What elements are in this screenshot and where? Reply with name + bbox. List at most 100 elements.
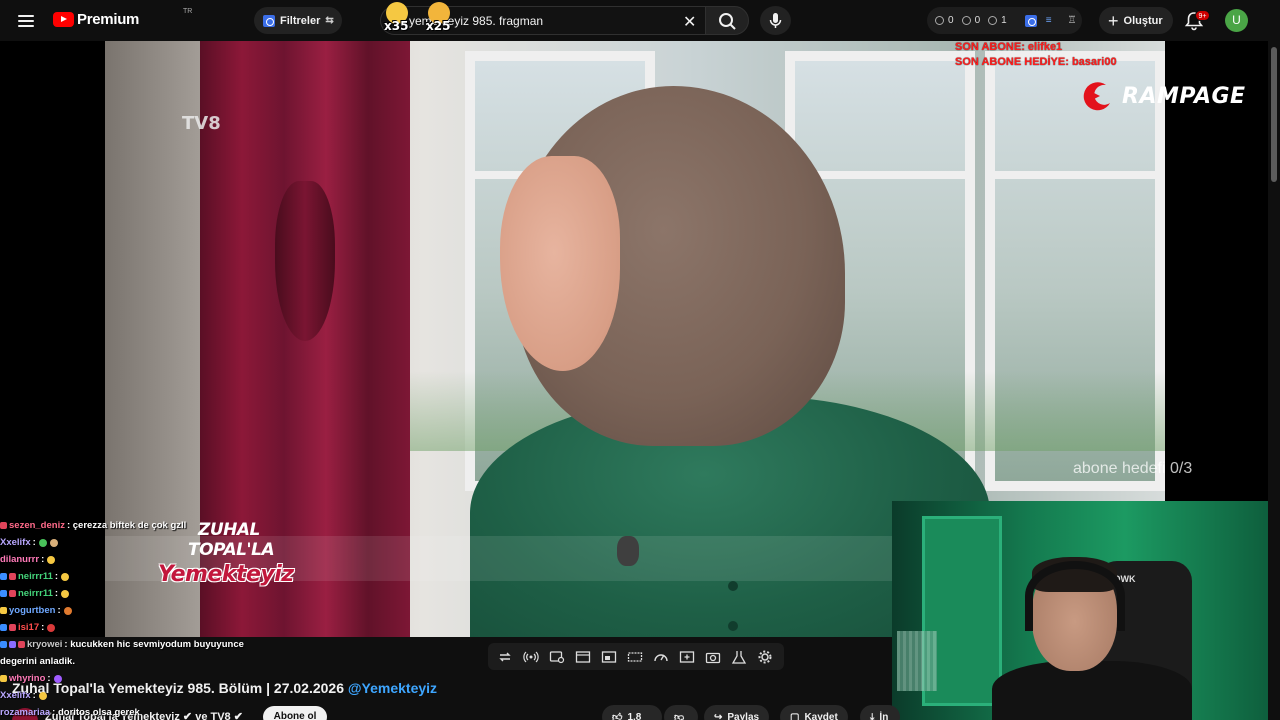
- playlist-icon[interactable]: ≡: [1046, 15, 1052, 26]
- chat-username[interactable]: Xxelifx: [0, 537, 31, 548]
- extension-stats[interactable]: 0 0 1 ≡ ♖: [927, 7, 1082, 34]
- chat-text: :: [57, 605, 61, 616]
- thumbs-down-icon: 👎︎: [674, 712, 685, 720]
- clear-search-icon[interactable]: ✕: [683, 12, 696, 32]
- camera-icon: [705, 652, 721, 663]
- chat-message: neirrr11:: [0, 585, 310, 602]
- top-bar: Premium TR Filtreler ⇆ yemekteyiz 985. f…: [0, 0, 1280, 41]
- clock-icon: [935, 16, 944, 25]
- chat-username[interactable]: neirrr11: [18, 571, 53, 582]
- chat-text: :: [41, 622, 45, 633]
- theater-icon: [627, 651, 643, 662]
- chat-text: : çerezza biftek de çok gzll: [66, 520, 187, 531]
- speed-button[interactable]: [650, 646, 672, 668]
- add-box-icon: [679, 650, 695, 663]
- save-button[interactable]: ▢ Kaydet: [780, 705, 848, 720]
- theater-button[interactable]: [624, 646, 646, 668]
- bookmark-icon: ▢: [790, 711, 800, 720]
- share-label: Paylaş: [727, 711, 760, 720]
- search-button[interactable]: [705, 6, 749, 35]
- chat-message: degerini anladik.: [0, 653, 310, 670]
- chat-username[interactable]: rozamariaa: [0, 707, 50, 718]
- chat-message: rozamariaa: doritos olsa gerek: [0, 704, 310, 720]
- add-button[interactable]: [676, 646, 698, 668]
- chat-badge-icon: [0, 607, 7, 614]
- chat-username[interactable]: Xxelifx: [0, 690, 31, 701]
- chat-badge-icon: [0, 573, 7, 580]
- thumbs-up-icon: 👍︎: [612, 712, 623, 720]
- loop-icon: [499, 652, 511, 661]
- scrollbar-thumb[interactable]: [1271, 47, 1277, 182]
- chat-badge-icon: [9, 590, 16, 597]
- chat-emote-icon: [47, 623, 56, 632]
- like-button[interactable]: 👍︎ 1,8: [602, 705, 662, 720]
- chat-username[interactable]: yogurtben: [9, 605, 55, 616]
- filters-button[interactable]: Filtreler ⇆: [254, 7, 342, 34]
- video-settings-icon: [549, 650, 565, 663]
- chat-text: : kucukken hic sevmiyodum buyuyunce: [64, 639, 244, 650]
- chat-username[interactable]: dilanurrr: [0, 554, 39, 565]
- chat-emote-icon: [53, 674, 62, 683]
- page-scrollbar[interactable]: [1268, 41, 1280, 720]
- trophy-icon[interactable]: ♖: [1068, 15, 1077, 26]
- chat-emote-icon: [61, 572, 70, 581]
- chat-username[interactable]: neirrr11: [18, 588, 53, 599]
- curtain-tie: [275, 181, 335, 341]
- chat-text: :: [41, 554, 45, 565]
- last-subscriber: SON ABONE: elifke1: [955, 41, 1063, 53]
- extension-icon[interactable]: [1024, 14, 1037, 27]
- menu-icon[interactable]: [14, 9, 38, 33]
- share-icon: ↪: [714, 711, 723, 720]
- miniplayer-button[interactable]: [598, 646, 620, 668]
- flask-icon: [731, 650, 747, 664]
- chat-text: :: [54, 571, 59, 582]
- stat-value: 1: [1001, 15, 1007, 26]
- microphone-icon: [769, 13, 782, 28]
- chat-emote-icon: [63, 606, 72, 615]
- create-label: Oluştur: [1123, 14, 1163, 27]
- broadcast-icon: [523, 651, 539, 662]
- avatar[interactable]: U: [1225, 9, 1248, 32]
- chat-badge-icon: [9, 573, 16, 580]
- channel-handle-link[interactable]: @Yemekteyiz: [348, 680, 437, 696]
- streamer-webcam: DWK: [892, 501, 1280, 720]
- chat-emote-icon: [38, 538, 47, 547]
- rampage-swoosh-icon: [1083, 82, 1110, 111]
- player-toolbar: [488, 643, 784, 670]
- chat-username[interactable]: sezen_deniz: [9, 520, 65, 531]
- speedometer-icon: [654, 653, 668, 661]
- face: [500, 156, 620, 371]
- download-label: İn: [879, 711, 889, 720]
- chat-badge-icon: [0, 641, 7, 648]
- chat-username[interactable]: kryowei: [27, 639, 62, 650]
- headset: [1025, 561, 1125, 631]
- share-button[interactable]: ↪ Paylaş: [704, 705, 770, 720]
- like-count: 1,8: [627, 711, 642, 720]
- create-button[interactable]: + Oluştur: [1099, 7, 1173, 34]
- dislike-button[interactable]: 👎︎: [664, 705, 698, 720]
- youtube-premium-logo[interactable]: Premium TR: [53, 8, 192, 28]
- cinema-button[interactable]: [572, 646, 594, 668]
- voice-search-button[interactable]: [760, 6, 791, 35]
- chat-text: :: [47, 673, 51, 684]
- download-button[interactable]: ⤓ İn: [860, 705, 900, 720]
- chat-message: yogurtben:: [0, 602, 310, 619]
- chat-text: : doritos olsa gerek: [52, 707, 140, 718]
- subscriber-goal: abone hedefi 0/3: [1073, 460, 1193, 477]
- experiments-button[interactable]: [728, 646, 750, 668]
- playlist-add-button[interactable]: [546, 646, 568, 668]
- sponsor-logo: RAMPAGE: [1076, 81, 1246, 111]
- emote-count: x35: [384, 19, 409, 33]
- chat-badge-icon: [9, 641, 16, 648]
- chat-emote-icon: [49, 538, 58, 547]
- film-icon: [575, 650, 591, 663]
- audio-button[interactable]: [520, 646, 542, 668]
- chat-username[interactable]: isi17: [18, 622, 39, 633]
- loop-button[interactable]: [494, 646, 516, 668]
- logo-text: Premium: [77, 11, 140, 28]
- chat-emote-icon: [61, 589, 70, 598]
- screenshot-button[interactable]: [702, 646, 724, 668]
- settings-button[interactable]: [754, 646, 776, 668]
- last-gift-subscriber: SON ABONE HEDİYE: basari00: [955, 56, 1117, 68]
- chat-username[interactable]: whyrino: [9, 673, 45, 684]
